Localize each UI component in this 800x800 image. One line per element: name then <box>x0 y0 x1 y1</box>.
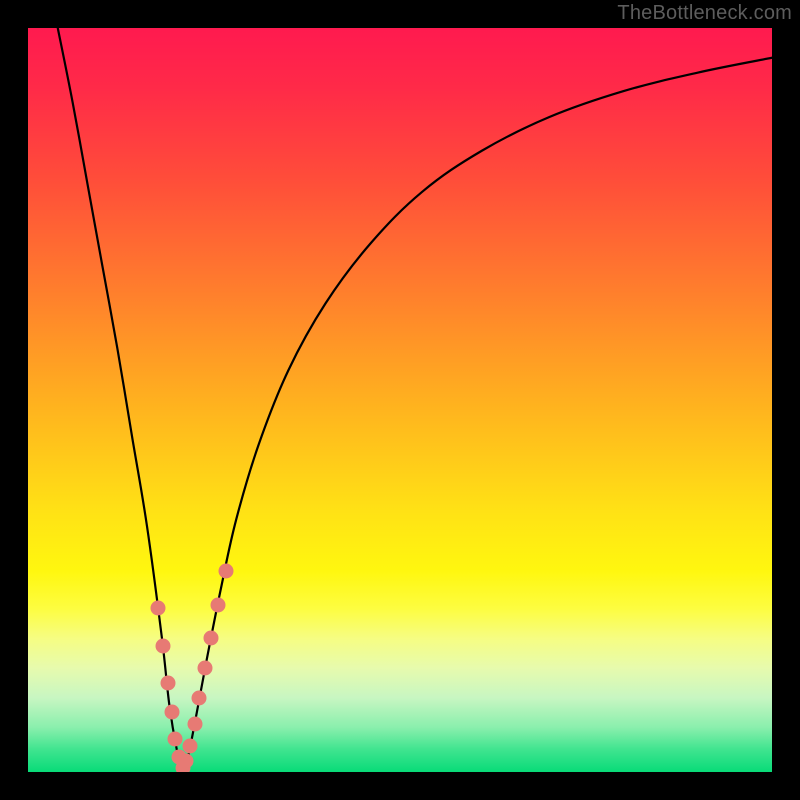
scatter-point <box>168 731 183 746</box>
scatter-point <box>164 705 179 720</box>
chart-frame: TheBottleneck.com <box>0 0 800 800</box>
watermark-text: TheBottleneck.com <box>617 2 792 25</box>
scatter-point <box>187 716 202 731</box>
plot-area <box>28 28 772 772</box>
scatter-point <box>179 753 194 768</box>
scatter-points <box>28 28 772 772</box>
scatter-point <box>192 690 207 705</box>
scatter-point <box>211 597 226 612</box>
scatter-point <box>198 660 213 675</box>
scatter-point <box>218 564 233 579</box>
scatter-point <box>183 738 198 753</box>
scatter-point <box>156 638 171 653</box>
scatter-point <box>160 675 175 690</box>
scatter-point <box>204 631 219 646</box>
scatter-point <box>151 601 166 616</box>
